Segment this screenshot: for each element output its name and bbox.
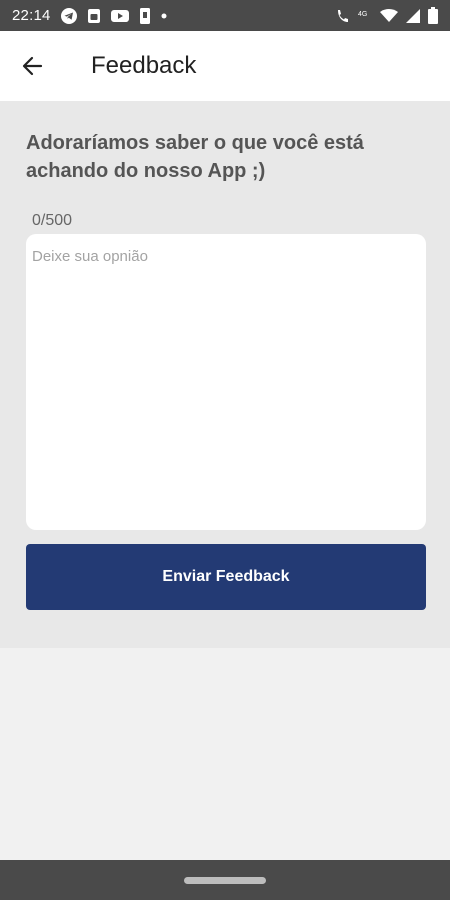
status-notification-icons	[60, 7, 167, 25]
dot-icon	[161, 13, 167, 19]
app-bar: Feedback	[0, 31, 450, 101]
home-gesture-handle[interactable]	[184, 876, 266, 884]
phone-icon	[139, 7, 151, 25]
signal-icon	[406, 8, 420, 23]
feedback-headline: Adoraríamos saber o que você está achand…	[26, 132, 364, 182]
page-title: Feedback	[91, 52, 197, 79]
character-counter: 0/500	[32, 212, 73, 229]
status-system-icons: 4G	[336, 7, 438, 24]
feedback-textarea[interactable]	[26, 234, 426, 530]
call-icon	[336, 8, 350, 24]
sim-icon	[87, 8, 101, 24]
telegram-icon	[60, 7, 77, 24]
feedback-form: Adoraríamos saber o que você está achand…	[0, 101, 450, 648]
wifi-icon	[380, 8, 398, 23]
status-bar: 22:14 4G	[0, 0, 450, 31]
battery-icon	[428, 7, 438, 24]
system-navigation-bar	[0, 860, 450, 900]
arrow-left-icon	[21, 55, 43, 77]
svg-text:4G: 4G	[358, 11, 367, 18]
status-time: 22:14	[12, 7, 51, 24]
youtube-icon	[110, 9, 129, 23]
submit-feedback-button[interactable]: Enviar Feedback	[26, 544, 426, 610]
4g-icon: 4G	[358, 8, 372, 24]
back-button[interactable]	[0, 31, 64, 101]
